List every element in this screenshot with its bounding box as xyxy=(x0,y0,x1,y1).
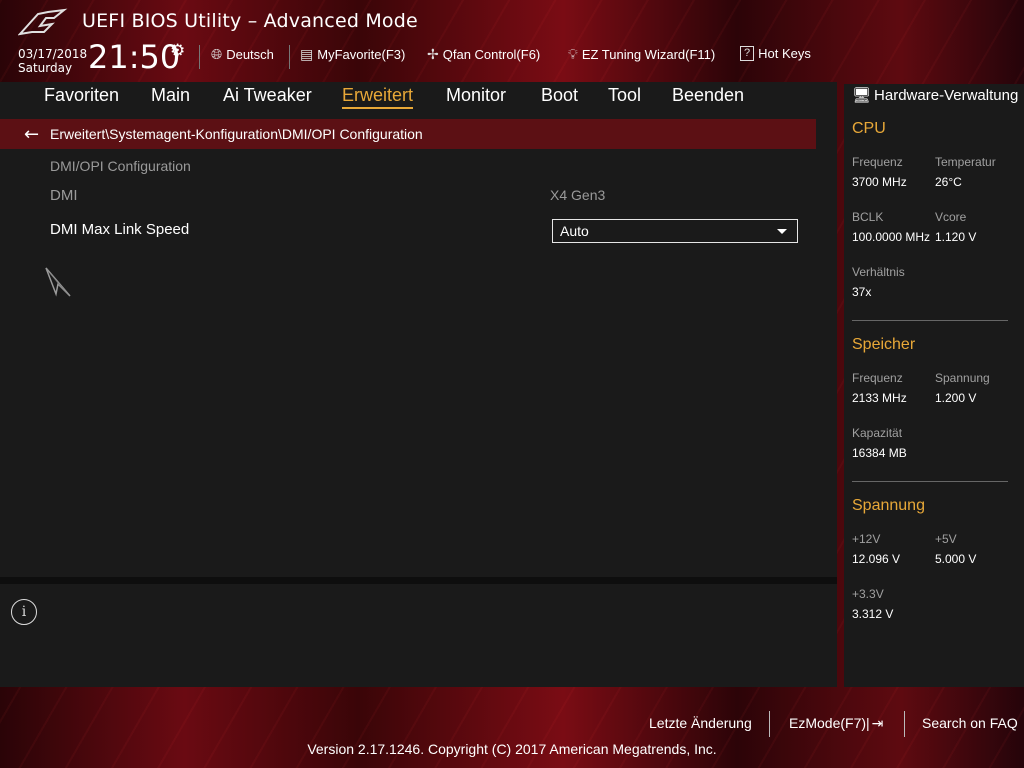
breadcrumb: ← Erweitert\Systemagent-Konfiguration\DM… xyxy=(0,119,816,149)
info-divider xyxy=(0,577,837,584)
tab-beenden[interactable]: Beenden xyxy=(672,85,744,106)
language-label: Deutsch xyxy=(226,47,274,62)
mem-freq-value: 2133 MHz xyxy=(852,391,907,405)
date-text: 03/17/2018 xyxy=(18,47,88,61)
lightbulb-icon: 💡︎ xyxy=(568,46,578,62)
section-divider xyxy=(852,320,1008,321)
vcore-value: 1.120 V xyxy=(935,230,977,244)
ezmode-label: EzMode(F7)| xyxy=(789,715,870,731)
mouse-pointer-icon xyxy=(45,267,71,297)
toolbar-divider xyxy=(289,45,290,69)
section-heading: DMI/OPI Configuration xyxy=(50,158,191,174)
mem-voltage-label: Spannung xyxy=(935,371,990,385)
v12-label: +12V xyxy=(852,532,881,546)
cpu-temp-label: Temperatur xyxy=(935,155,996,169)
mem-capacity-value: 16384 MB xyxy=(852,446,907,460)
chevron-down-icon xyxy=(777,228,787,234)
vcore-label: Vcore xyxy=(935,210,967,224)
dmi-max-link-speed-label[interactable]: DMI Max Link Speed xyxy=(50,221,189,238)
back-arrow-icon[interactable]: ← xyxy=(24,124,44,145)
hardware-monitor-panel: 🖥︎ Hardware-Verwaltung CPU Frequenz Tempe… xyxy=(844,84,1024,687)
main-content: ← Erweitert\Systemagent-Konfiguration\DM… xyxy=(0,112,837,577)
v5-value: 5.000 V xyxy=(935,552,977,566)
v5-label: +5V xyxy=(935,532,957,546)
version-text: Version 2.17.1246. Copyright (C) 2017 Am… xyxy=(307,741,717,757)
rog-logo-icon xyxy=(18,8,68,36)
monitor-icon: 🖥︎ xyxy=(852,87,872,104)
v33-label: +3.3V xyxy=(852,587,884,601)
select-value: Auto xyxy=(560,223,589,239)
tab-tool[interactable]: Tool xyxy=(608,85,641,106)
tab-erweitert[interactable]: Erweitert xyxy=(342,85,414,109)
myfavorite-button[interactable]: ▤ MyFavorite(F3) xyxy=(300,46,405,63)
help-box-icon: ? xyxy=(740,46,755,61)
mem-freq-label: Frequenz xyxy=(852,371,903,385)
favorite-list-icon: ▤ xyxy=(300,46,314,62)
footer: Letzte Änderung EzMode(F7)| ⇥ Search on F… xyxy=(0,687,1024,768)
clock: 21:50 xyxy=(88,38,181,76)
exit-icon: ⇥ xyxy=(871,715,884,731)
cpu-heading: CPU xyxy=(852,120,886,137)
tab-ai-tweaker[interactable]: Ai Tweaker xyxy=(223,85,312,106)
bclk-value: 100.0000 MHz xyxy=(852,230,931,244)
search-faq-button[interactable]: Search on FAQ xyxy=(922,715,1018,731)
toolbar-divider xyxy=(199,45,200,69)
mem-voltage-value: 1.200 V xyxy=(935,391,977,405)
tab-favoriten[interactable]: Favoriten xyxy=(44,85,119,106)
tab-boot[interactable]: Boot xyxy=(541,85,578,106)
ez-tuning-button[interactable]: 💡︎ EZ Tuning Wizard(F11) xyxy=(568,46,715,63)
ezmode-button[interactable]: EzMode(F7)| ⇥ xyxy=(789,715,883,732)
bclk-label: BCLK xyxy=(852,210,884,224)
language-button[interactable]: 🌐︎ Deutsch xyxy=(211,46,274,63)
weekday-text: Saturday xyxy=(18,61,73,75)
tab-monitor[interactable]: Monitor xyxy=(446,85,506,106)
info-icon: i xyxy=(11,599,37,625)
myfavorite-label: MyFavorite(F3) xyxy=(317,47,406,62)
footer-divider xyxy=(904,711,905,737)
dmi-max-link-speed-select[interactable]: Auto xyxy=(552,219,798,243)
hotkeys-button[interactable]: ? Hot Keys xyxy=(740,46,811,61)
voltage-heading: Spannung xyxy=(852,497,925,514)
ez-tuning-label: EZ Tuning Wizard(F11) xyxy=(581,47,716,62)
memory-heading: Speicher xyxy=(852,336,916,353)
section-divider xyxy=(852,481,1008,482)
breadcrumb-path: Erweitert\Systemagent-Konfiguration\DMI/… xyxy=(50,126,423,142)
fan-icon: ✢ xyxy=(427,46,439,62)
hotkeys-label: Hot Keys xyxy=(758,46,811,61)
cpu-freq-value: 3700 MHz xyxy=(852,175,907,189)
cpu-freq-label: Frequenz xyxy=(852,155,903,169)
main-menu-bar: Favoriten Main Ai Tweaker Erweitert Moni… xyxy=(0,82,837,112)
help-panel: i xyxy=(0,584,837,687)
hardware-title-text: Hardware-Verwaltung xyxy=(874,87,1019,104)
footer-divider xyxy=(769,711,770,737)
qfan-label: Qfan Control(F6) xyxy=(442,47,541,62)
v12-value: 12.096 V xyxy=(852,552,901,566)
app-title: UEFI BIOS Utility – Advanced Mode xyxy=(82,10,418,32)
mem-capacity-label: Kapazität xyxy=(852,426,903,440)
tab-main[interactable]: Main xyxy=(151,85,190,106)
dmi-value: X4 Gen3 xyxy=(550,187,606,203)
ratio-label: Verhältnis xyxy=(852,265,905,279)
gear-icon[interactable]: ⚙ xyxy=(170,41,185,61)
date-display: 03/17/2018 Saturday xyxy=(18,47,87,75)
globe-icon: 🌐︎ xyxy=(211,46,223,62)
hardware-monitor-title: 🖥︎ Hardware-Verwaltung xyxy=(852,86,1020,106)
ratio-value: 37x xyxy=(852,285,872,299)
qfan-button[interactable]: ✢ Qfan Control(F6) xyxy=(427,46,540,63)
header: UEFI BIOS Utility – Advanced Mode 03/17/… xyxy=(0,0,1024,82)
v33-value: 3.312 V xyxy=(852,607,894,621)
dmi-label: DMI xyxy=(50,187,78,204)
cpu-temp-value: 26°C xyxy=(935,175,962,189)
last-change-button[interactable]: Letzte Änderung xyxy=(649,715,752,731)
